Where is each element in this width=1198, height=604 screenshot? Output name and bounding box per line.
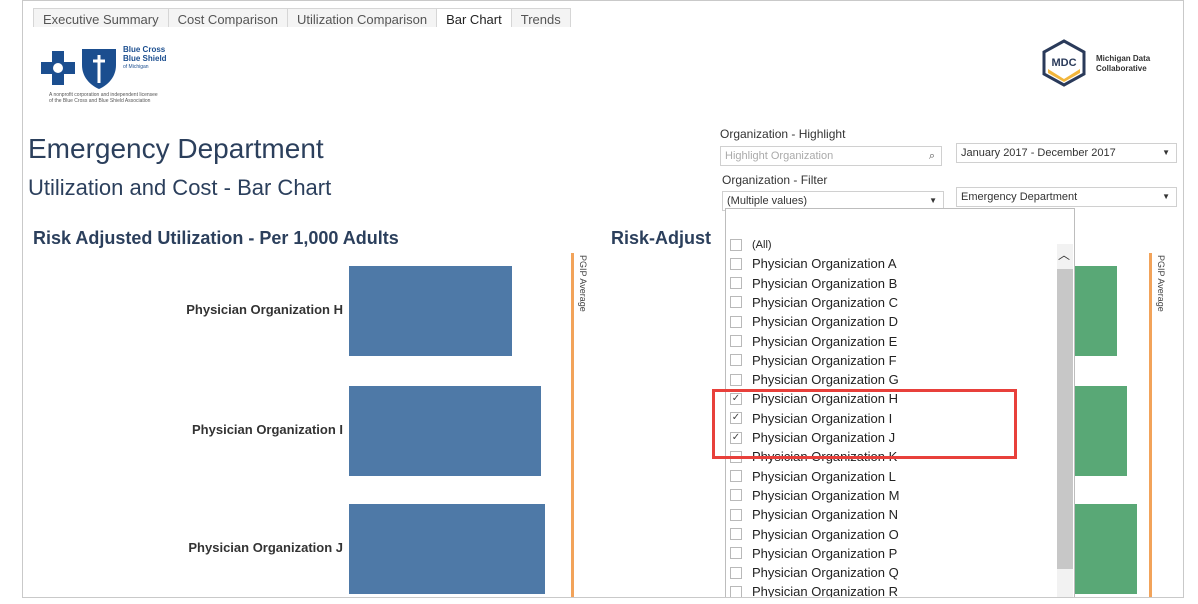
dropdown-option-label: Physician Organization A — [752, 256, 897, 272]
chevron-down-icon: ▼ — [1162, 148, 1170, 157]
tab-bar-chart[interactable]: Bar Chart — [436, 8, 512, 27]
dropdown-option-label: Physician Organization G — [752, 372, 899, 388]
dropdown-option-label: Physician Organization F — [752, 352, 897, 368]
left-chart-category-label: Physician Organization I — [192, 422, 343, 437]
left-chart-category-label: Physician Organization J — [188, 540, 343, 555]
dropdown-option-label: Physician Organization O — [752, 526, 899, 542]
selection-highlight-box — [712, 389, 1017, 459]
checkbox[interactable] — [730, 566, 742, 579]
left-reference-line — [571, 253, 574, 597]
left-chart-category-label: Physician Organization H — [186, 302, 343, 317]
left-chart-bar[interactable] — [349, 504, 545, 594]
date-range-value: January 2017 - December 2017 — [961, 147, 1116, 159]
left-chart-bar[interactable] — [349, 266, 512, 356]
service-value: Emergency Department — [961, 191, 1078, 203]
checkbox[interactable] — [730, 277, 742, 290]
checkbox[interactable] — [730, 238, 742, 251]
page-subtitle: Utilization and Cost - Bar Chart — [28, 175, 332, 200]
dropdown-option-label: Physician Organization D — [752, 314, 898, 330]
checkbox[interactable] — [730, 354, 742, 367]
dropdown-option-label: Physician Organization C — [752, 294, 898, 310]
dropdown-option[interactable]: (All) — [726, 235, 1056, 254]
mdc-logo: MDC — [1042, 39, 1086, 87]
service-select[interactable]: Emergency Department ▼ — [956, 187, 1177, 207]
dropdown-option[interactable]: Physician Organization P — [726, 544, 1056, 563]
checkbox[interactable] — [730, 335, 742, 347]
checkbox[interactable] — [730, 296, 742, 309]
checkbox[interactable] — [730, 528, 742, 540]
highlight-placeholder: Highlight Organization — [725, 150, 834, 162]
mdc-name-line1: Michigan Data — [1096, 54, 1151, 63]
chevron-down-icon: ▼ — [1162, 192, 1170, 201]
checkbox[interactable] — [730, 315, 742, 328]
mdc-name-line2: Collaborative — [1096, 64, 1147, 73]
dropdown-option-label: Physician Organization M — [752, 487, 900, 503]
dropdown-option[interactable]: Physician Organization B — [726, 274, 1056, 293]
checkbox[interactable] — [730, 508, 742, 521]
filter-label: Organization - Filter — [722, 173, 828, 187]
tab-trends[interactable]: Trends — [510, 8, 571, 27]
bcbs-tagline: A nonprofit corporation and independent … — [49, 92, 249, 104]
dropdown-option-label: Physician Organization R — [752, 584, 898, 598]
right-chart-title: Risk-Adjust — [611, 228, 712, 248]
dropdown-option[interactable]: Physician Organization M — [726, 486, 1056, 505]
dropdown-option[interactable]: Physician Organization L — [726, 467, 1056, 486]
date-range-select[interactable]: January 2017 - December 2017 ▼ — [956, 143, 1177, 163]
dropdown-option[interactable]: Physician Organization C — [726, 293, 1056, 312]
dropdown-option[interactable]: Physician Organization E — [726, 332, 1056, 351]
dropdown-option-label: Physician Organization P — [752, 545, 898, 561]
dropdown-option[interactable]: Physician Organization N — [726, 505, 1056, 524]
bcbs-sub: of Michigan — [123, 64, 149, 70]
search-icon[interactable]: ⌕ — [929, 147, 935, 165]
dropdown-option[interactable]: Physician Organization F — [726, 351, 1056, 370]
right-reference-label: PGIP Average — [1156, 255, 1166, 312]
tab-utilization-comparison[interactable]: Utilization Comparison — [287, 8, 438, 27]
bcbs-tagline-2: of the Blue Cross and Blue Shield Associ… — [49, 98, 151, 104]
dropdown-option-label: Physician Organization N — [752, 507, 898, 523]
right-reference-line — [1149, 253, 1152, 597]
dropdown-option-label: Physician Organization B — [752, 275, 898, 291]
dropdown-option-label: Physician Organization E — [752, 333, 898, 349]
right-chart-bar[interactable] — [1075, 386, 1127, 476]
checkbox[interactable] — [730, 257, 742, 270]
bcbs-name-line2: Blue Shield — [123, 54, 167, 63]
dropdown-option-label: Physician Organization Q — [752, 565, 899, 581]
dashboard-frame: Executive Summary Cost Comparison Utiliz… — [22, 0, 1184, 598]
right-chart-bar[interactable] — [1075, 266, 1117, 356]
dropdown-option[interactable]: Physician Organization O — [726, 525, 1056, 544]
mdc-name: Michigan Data Collaborative — [1096, 54, 1166, 74]
right-chart-bar[interactable] — [1075, 504, 1137, 594]
checkbox[interactable] — [730, 547, 742, 560]
chevron-up-icon[interactable]: ︿ — [1058, 246, 1070, 263]
dropdown-option[interactable]: Physician Organization D — [726, 312, 1056, 331]
bcbs-name: Blue Cross Blue Shield — [123, 45, 167, 63]
checkbox[interactable] — [730, 585, 742, 597]
tab-executive-summary[interactable]: Executive Summary — [33, 8, 169, 27]
scrollbar-thumb[interactable] — [1057, 269, 1073, 569]
dropdown-option[interactable]: Physician Organization Q — [726, 563, 1056, 582]
left-reference-label: PGIP Average — [578, 255, 588, 312]
left-chart-bar[interactable] — [349, 386, 541, 476]
highlight-label: Organization - Highlight — [720, 127, 846, 141]
tab-bar: Executive Summary Cost Comparison Utiliz… — [33, 8, 571, 28]
checkbox[interactable] — [730, 470, 742, 483]
dropdown-option-label: (All) — [752, 238, 772, 251]
checkbox[interactable] — [730, 373, 742, 386]
tab-cost-comparison[interactable]: Cost Comparison — [167, 8, 289, 27]
page-title: Emergency Department — [28, 133, 324, 164]
mdc-mark: MDC — [1051, 57, 1076, 69]
dropdown-option[interactable]: Physician Organization A — [726, 254, 1056, 273]
dropdown-option-label: Physician Organization L — [752, 468, 896, 484]
filter-value: (Multiple values) — [727, 195, 808, 207]
highlight-search-input[interactable]: Highlight Organization ⌕ — [720, 146, 942, 166]
dropdown-option[interactable]: Physician Organization R — [726, 582, 1056, 598]
dropdown-option[interactable]: Physician Organization G — [726, 370, 1056, 389]
bcbs-name-line1: Blue Cross — [123, 45, 166, 54]
checkbox[interactable] — [730, 489, 742, 502]
left-chart-title: Risk Adjusted Utilization - Per 1,000 Ad… — [33, 228, 399, 248]
